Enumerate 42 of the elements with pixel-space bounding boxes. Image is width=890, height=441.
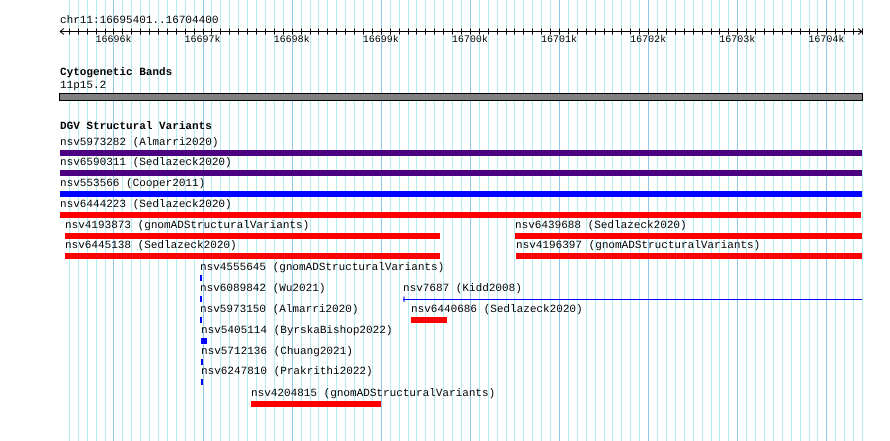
variant-bar[interactable] — [515, 233, 862, 239]
variant-bar[interactable] — [60, 212, 861, 218]
track-title: Cytogenetic Bands — [60, 68, 172, 79]
tick-label: 16701k — [541, 36, 578, 46]
variant-bar[interactable] — [60, 150, 862, 156]
variant-bar[interactable] — [60, 191, 862, 197]
tick-label: 16696k — [95, 36, 132, 46]
tick-label: 16699k — [362, 36, 399, 46]
variant-label: nsv6445138 (Sedlazeck2020) — [65, 241, 237, 252]
variant-label: nsv4193873 (gnomADStructuralVariants) — [65, 221, 310, 232]
variant-label: nsv6247810 (Prakrithi2022) — [201, 367, 373, 378]
variant-bar[interactable] — [65, 233, 440, 239]
tick-label: 16700k — [452, 36, 488, 46]
variant-label: nsv6590311 (Sedlazeck2020) — [60, 158, 232, 169]
tick-label: 16703k — [719, 36, 756, 46]
variant-label: nsv553566 (Cooper2011) — [60, 179, 206, 190]
variant-bar[interactable] — [251, 401, 381, 407]
variant-bar[interactable] — [65, 253, 440, 259]
variant-label: nsv4204815 (gnomADStructuralVariants) — [251, 389, 496, 400]
track-title: DGV Structural Variants — [60, 122, 212, 133]
tick-label: 16697k — [184, 36, 221, 46]
variant-label: nsv5973150 (Almarri2020) — [200, 305, 358, 316]
variant-label: nsv6440686 (Sedlazeck2020) — [411, 305, 583, 316]
variant-label: nsv6439688 (Sedlazeck2020) — [515, 221, 687, 232]
variant-label: nsv5405114 (ByrskaBishop2022) — [201, 326, 392, 337]
variant-label: nsv5973282 (Almarri2020) — [60, 138, 218, 149]
variant-label: nsv5712136 (Chuang2021) — [201, 347, 353, 358]
variant-line[interactable] — [403, 296, 862, 302]
variant-label: nsv7687 (Kidd2008) — [403, 284, 522, 295]
tick-label: 16702k — [630, 36, 666, 46]
tick-label: 16698k — [274, 36, 310, 46]
variant-label: nsv4555645 (gnomADStructuralVariants) — [200, 263, 444, 274]
variant-bar[interactable] — [201, 338, 207, 344]
variant-label: nsv6089842 (Wu2021) — [200, 284, 326, 295]
band-label: 11p15.2 — [60, 81, 106, 92]
variant-bar[interactable] — [60, 170, 862, 176]
tick-label: 16704k — [808, 36, 844, 46]
variant-bar[interactable] — [516, 253, 862, 259]
variant-label: nsv4196397 (gnomADStructuralVariants) — [516, 241, 760, 252]
variant-label: nsv6444223 (Sedlazeck2020) — [60, 200, 232, 211]
variant-bar[interactable] — [411, 317, 447, 323]
region-label: chr11:16695401..16704400 — [60, 16, 218, 27]
